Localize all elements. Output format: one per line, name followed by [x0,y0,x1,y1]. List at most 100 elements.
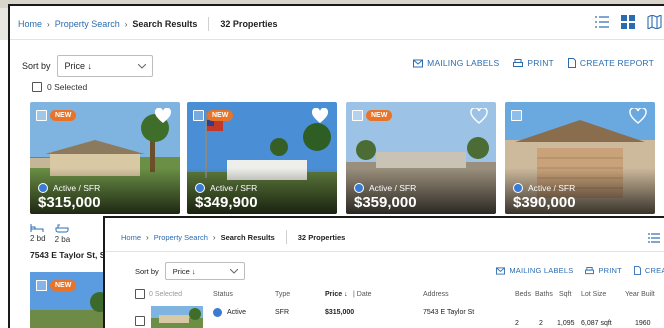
heart-icon[interactable] [629,108,647,124]
listing-price: $359,000 [354,194,417,211]
baths-value: 2 ba [54,235,71,244]
breadcrumb: Home › Property Search › Search Results … [18,17,277,31]
listing-status: Active / SFR [513,183,575,193]
select-all[interactable]: 0 Selected [32,82,87,92]
column-sqft[interactable]: Sqft [559,291,571,298]
property-card[interactable]: NEW Active / SFR $349,900 [187,102,337,214]
column-baths[interactable]: Baths [535,291,553,298]
status-dot [213,308,222,317]
select-all-checkbox[interactable] [135,289,145,299]
row-thumbnail [151,306,203,328]
card-checkbox[interactable] [36,280,47,291]
column-status[interactable]: Status [213,291,233,298]
result-count: 32 Properties [220,19,278,29]
selected-count: 0 Selected [47,82,88,92]
property-card[interactable]: NEW Active / SFR $315,000 [30,102,180,214]
select-all-checkbox[interactable] [32,82,42,92]
list-view-icon [648,233,660,243]
create-report-button[interactable]: CREATE [633,266,664,275]
sort-value: Price ↓ [64,61,93,71]
listing-status-text: Active / SFR [369,183,417,193]
breadcrumb-home[interactable]: Home [18,19,42,29]
mailing-labels-button[interactable]: MAILING LABELS [496,266,573,275]
mail-icon [496,266,506,275]
sort-select[interactable]: Price ↓ [56,55,153,77]
bed-icon [30,224,44,232]
beds-value: 2 bd [30,234,46,243]
table-header: 0 Selected Status Type Price ↓ | Date Ad… [135,288,664,302]
property-card[interactable]: Active / SFR $390,000 [505,102,655,214]
status-dot [195,183,205,193]
card-address[interactable]: 7543 E Taylor St, Sc [30,250,110,260]
column-selected: 0 Selected [149,291,183,298]
sort-select[interactable]: Price ↓ [164,262,245,280]
map-view-button[interactable] [644,13,664,31]
print-label: PRINT [598,266,622,275]
create-report-label: CREATE [644,266,664,275]
listing-price: $315,000 [38,194,101,211]
report-icon [633,266,641,275]
row-checkbox[interactable] [135,316,145,326]
column-date[interactable]: | Date [353,291,372,298]
status-dot [354,183,364,193]
column-lot-size[interactable]: Lot Size [581,291,606,298]
breadcrumb-divider [208,17,210,31]
overlay-sort-control: Sort by Price ↓ [135,262,245,280]
row-beds: 2 [515,320,519,327]
breadcrumb-separator: › [47,19,50,29]
mailing-labels-button[interactable]: MAILING LABELS [413,58,499,68]
column-beds[interactable]: Beds [515,291,531,298]
breadcrumb-separator: › [212,232,216,242]
row-address[interactable]: 7543 E Taylor St [423,309,474,316]
status-dot [513,183,523,193]
table-row[interactable]: Active SFR $315,000 7543 E Taylor St 2 2… [135,306,664,328]
grid-view-button[interactable] [618,13,638,31]
list-view-button[interactable] [648,230,660,248]
new-badge: NEW [50,110,77,121]
list-view-button[interactable] [592,13,612,31]
baths-fact: 2 ba [54,224,71,244]
listing-price: $390,000 [513,194,576,211]
create-report-button[interactable]: CREATE REPORT [567,58,654,68]
heart-icon[interactable] [470,108,488,124]
column-year-built[interactable]: Year Built [625,291,655,298]
new-badge: NEW [207,110,234,121]
breadcrumb-property-search[interactable]: Property Search [55,19,120,29]
sort-control: Sort by Price ↓ [22,55,153,77]
breadcrumb-home[interactable]: Home [121,233,141,242]
card-checkbox[interactable] [36,110,47,121]
property-card[interactable]: NEW Active / SFR $359,000 [346,102,496,214]
listing-status-text: Active / SFR [210,183,258,193]
column-price[interactable]: Price ↓ [325,291,348,298]
heart-icon[interactable] [311,108,329,124]
breadcrumb-property-search[interactable]: Property Search [154,233,208,242]
print-button[interactable]: PRINT [513,58,554,68]
breadcrumb-current: Search Results [132,19,198,29]
grid-view-icon [621,15,635,29]
card-checkbox[interactable] [352,110,363,121]
column-type[interactable]: Type [275,291,290,298]
row-price: $315,000 [325,309,355,316]
chevron-down-icon [229,268,238,274]
beds-fact: 2 bd [30,224,46,244]
list-view-window: Home › Property Search › Search Results … [103,216,664,328]
overlay-breadcrumb: Home › Property Search › Search Results … [121,230,345,244]
card-checkbox[interactable] [511,110,522,121]
listing-status: Active / SFR [38,183,100,193]
breadcrumb-current: Search Results [220,232,275,242]
row-sqft: 1,095 [557,320,575,327]
overlay-header-bar: Home › Property Search › Search Results … [105,218,664,252]
chevron-down-icon [137,63,146,69]
print-button[interactable]: PRINT [585,266,622,275]
column-address[interactable]: Address [423,291,449,298]
row-year-built: 1960 [635,320,651,327]
row-baths: 2 [539,320,543,327]
breadcrumb-divider [285,230,287,244]
heart-icon[interactable] [154,108,172,124]
overlay-toolbar-actions: MAILING LABELS PRINT CREATE [496,266,664,275]
listing-status: Active / SFR [354,183,416,193]
bath-icon [55,224,69,233]
list-view-icon [595,16,609,28]
listing-status-text: Active / SFR [53,183,101,193]
card-checkbox[interactable] [193,110,204,121]
